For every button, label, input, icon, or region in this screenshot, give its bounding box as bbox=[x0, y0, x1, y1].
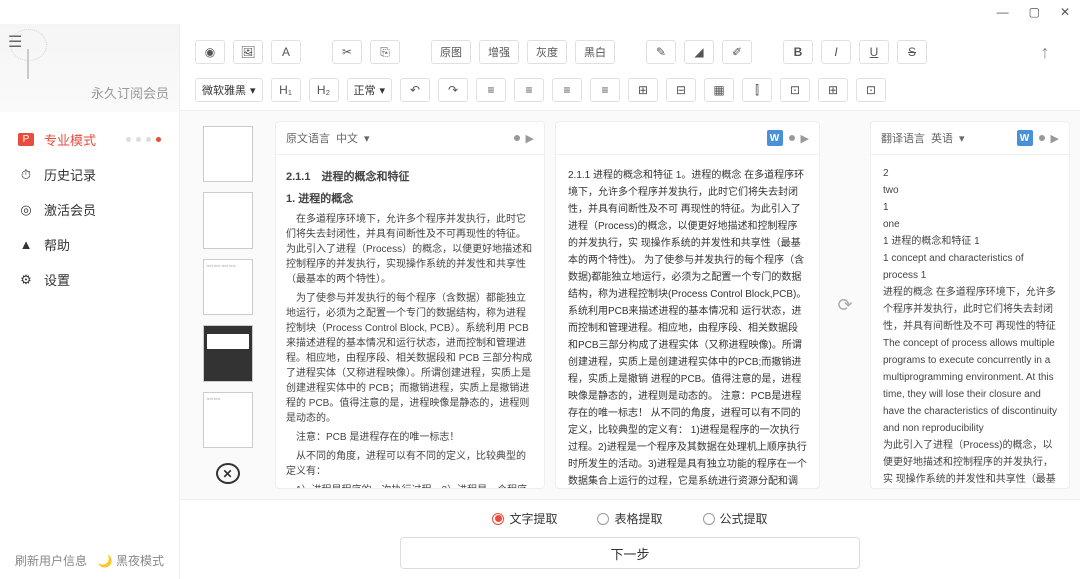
table-button[interactable]: ▦ bbox=[704, 78, 734, 102]
align-center[interactable]: ≡ bbox=[514, 78, 544, 102]
undo-button[interactable]: ↶ bbox=[400, 78, 430, 102]
next-button[interactable]: 下一步 bbox=[400, 537, 860, 569]
list-ordered[interactable]: ⊞ bbox=[628, 78, 658, 102]
tool-cut[interactable]: ✂ bbox=[332, 40, 362, 64]
upload-icon[interactable]: ↑ bbox=[1025, 32, 1065, 72]
member-label: 永久订阅会员 bbox=[91, 83, 169, 102]
pro-icon: P bbox=[18, 133, 34, 146]
extracted-panel: W ▶ 2.1.1 进程的概念和特征 1。进程的概念 在多道程序环境下，允许多个… bbox=[555, 121, 820, 489]
font-select[interactable]: 微软雅黑 ▾ bbox=[195, 78, 263, 102]
source-lang-value[interactable]: 中文 bbox=[336, 130, 358, 146]
clock-icon: ⏱ bbox=[18, 167, 34, 183]
tool-pen[interactable]: ✎ bbox=[646, 40, 676, 64]
nav-dots bbox=[126, 137, 161, 142]
insert-button[interactable]: ⊞ bbox=[818, 78, 848, 102]
nav-history[interactable]: ⏱历史记录 bbox=[0, 157, 179, 192]
extracted-text[interactable]: 2.1.1 进程的概念和特征 1。进程的概念 在多道程序环境下，允许多个程序并发… bbox=[556, 155, 819, 488]
tool-record[interactable]: ◉ bbox=[195, 40, 225, 64]
radio-formula-extract[interactable]: 公式提取 bbox=[703, 510, 768, 527]
thumbnail-5[interactable]: text text bbox=[203, 392, 253, 448]
target-icon: ◎ bbox=[18, 202, 34, 218]
style-select[interactable]: 正常 ▾ bbox=[347, 78, 393, 102]
h1-button[interactable]: H₁ bbox=[271, 78, 301, 102]
refresh-user[interactable]: 刷新用户信息 bbox=[15, 552, 87, 569]
list-unordered[interactable]: ⊟ bbox=[666, 78, 696, 102]
filter-gray[interactable]: 灰度 bbox=[527, 40, 567, 64]
nav-help[interactable]: ▲帮助 bbox=[0, 227, 179, 262]
align-justify[interactable]: ≡ bbox=[590, 78, 620, 102]
translation-text[interactable]: 2two1one1 进程的概念和特征 11 concept and charac… bbox=[871, 155, 1069, 488]
source-text[interactable]: 2.1.1 进程的概念和特征 1. 进程的概念 在多道程序环境下，允许多个程序并… bbox=[276, 155, 544, 488]
thumbnail-3[interactable]: text text text text bbox=[203, 259, 253, 315]
thumbnail-2[interactable] bbox=[203, 192, 253, 248]
strike-button[interactable]: S bbox=[897, 40, 927, 64]
footer: 文字提取 表格提取 公式提取 下一步 bbox=[180, 499, 1080, 579]
redo-button[interactable]: ↷ bbox=[438, 78, 468, 102]
target-lang-value[interactable]: 英语 bbox=[931, 130, 953, 146]
indent-button[interactable]: ⫿ bbox=[742, 78, 772, 102]
nav-activate[interactable]: ◎激活会员 bbox=[0, 192, 179, 227]
thumbnail-1[interactable] bbox=[203, 126, 253, 182]
sync-icon[interactable]: ⟳ bbox=[830, 121, 860, 489]
close-button[interactable]: ✕ bbox=[1060, 5, 1070, 19]
bold-button[interactable]: B bbox=[783, 40, 813, 64]
outdent-button[interactable]: ⊡ bbox=[780, 78, 810, 102]
arrow-icon[interactable]: ▶ bbox=[526, 132, 534, 145]
dark-mode-toggle[interactable]: 🌙 黑夜模式 bbox=[98, 552, 164, 569]
tool-font[interactable]: A bbox=[271, 40, 301, 64]
tool-highlight[interactable]: ◢ bbox=[684, 40, 714, 64]
tool-image[interactable]: 🖼 bbox=[233, 40, 263, 64]
status-dot bbox=[514, 135, 520, 141]
tool-copy[interactable]: ⎘ bbox=[370, 40, 400, 64]
source-lang-label: 原文语言 bbox=[286, 130, 330, 146]
tool-eraser[interactable]: ✐ bbox=[722, 40, 752, 64]
nav-pro-mode[interactable]: P 专业模式 bbox=[0, 122, 179, 157]
filter-bw[interactable]: 黑白 bbox=[575, 40, 615, 64]
header-banner: ☰ 永久订阅会员 bbox=[0, 24, 179, 112]
target-lang-label: 翻译语言 bbox=[881, 130, 925, 146]
filter-enhance[interactable]: 增强 bbox=[479, 40, 519, 64]
thumbnail-strip: text text text text text text ✕ bbox=[190, 121, 265, 489]
translation-panel: 翻译语言 英语 ▾ W ▶ 2two1one1 进程的概念和特征 11 conc… bbox=[870, 121, 1070, 489]
maximize-button[interactable]: ▢ bbox=[1029, 5, 1040, 19]
underline-button[interactable]: U bbox=[859, 40, 889, 64]
word-badge: W bbox=[767, 130, 783, 146]
word-badge: W bbox=[1017, 130, 1033, 146]
nav-settings[interactable]: ⚙设置 bbox=[0, 262, 179, 297]
radio-text-extract[interactable]: 文字提取 bbox=[492, 510, 557, 527]
italic-button[interactable]: I bbox=[821, 40, 851, 64]
align-right[interactable]: ≡ bbox=[552, 78, 582, 102]
h2-button[interactable]: H₂ bbox=[309, 78, 339, 102]
arrow-icon[interactable]: ▶ bbox=[801, 132, 809, 145]
thumbnail-4[interactable] bbox=[203, 325, 253, 381]
sidebar: ☰ 永久订阅会员 P 专业模式 ⏱历史记录 ◎激活会员 ▲帮助 ⚙设置 刷新用户… bbox=[0, 24, 180, 579]
status-dot bbox=[789, 135, 795, 141]
status-dot bbox=[1039, 135, 1045, 141]
more-button[interactable]: ⊡ bbox=[856, 78, 886, 102]
filter-original[interactable]: 原图 bbox=[431, 40, 471, 64]
arrow-icon[interactable]: ▶ bbox=[1051, 132, 1059, 145]
gear-icon: ⚙ bbox=[18, 272, 34, 288]
tree-decoration bbox=[8, 29, 48, 79]
align-left[interactable]: ≡ bbox=[476, 78, 506, 102]
minimize-button[interactable]: — bbox=[997, 5, 1009, 19]
toolbar: ◉ 🖼 A ✂ ⎘ 原图 增强 灰度 黑白 ✎ ◢ ✐ B I U S bbox=[180, 24, 1080, 111]
close-thumbs[interactable]: ✕ bbox=[216, 463, 240, 484]
source-panel: 原文语言 中文 ▾ ▶ 2.1.1 进程的概念和特征 1. 进程的概念 在多道程… bbox=[275, 121, 545, 489]
radio-table-extract[interactable]: 表格提取 bbox=[597, 510, 662, 527]
warning-icon: ▲ bbox=[18, 237, 34, 252]
